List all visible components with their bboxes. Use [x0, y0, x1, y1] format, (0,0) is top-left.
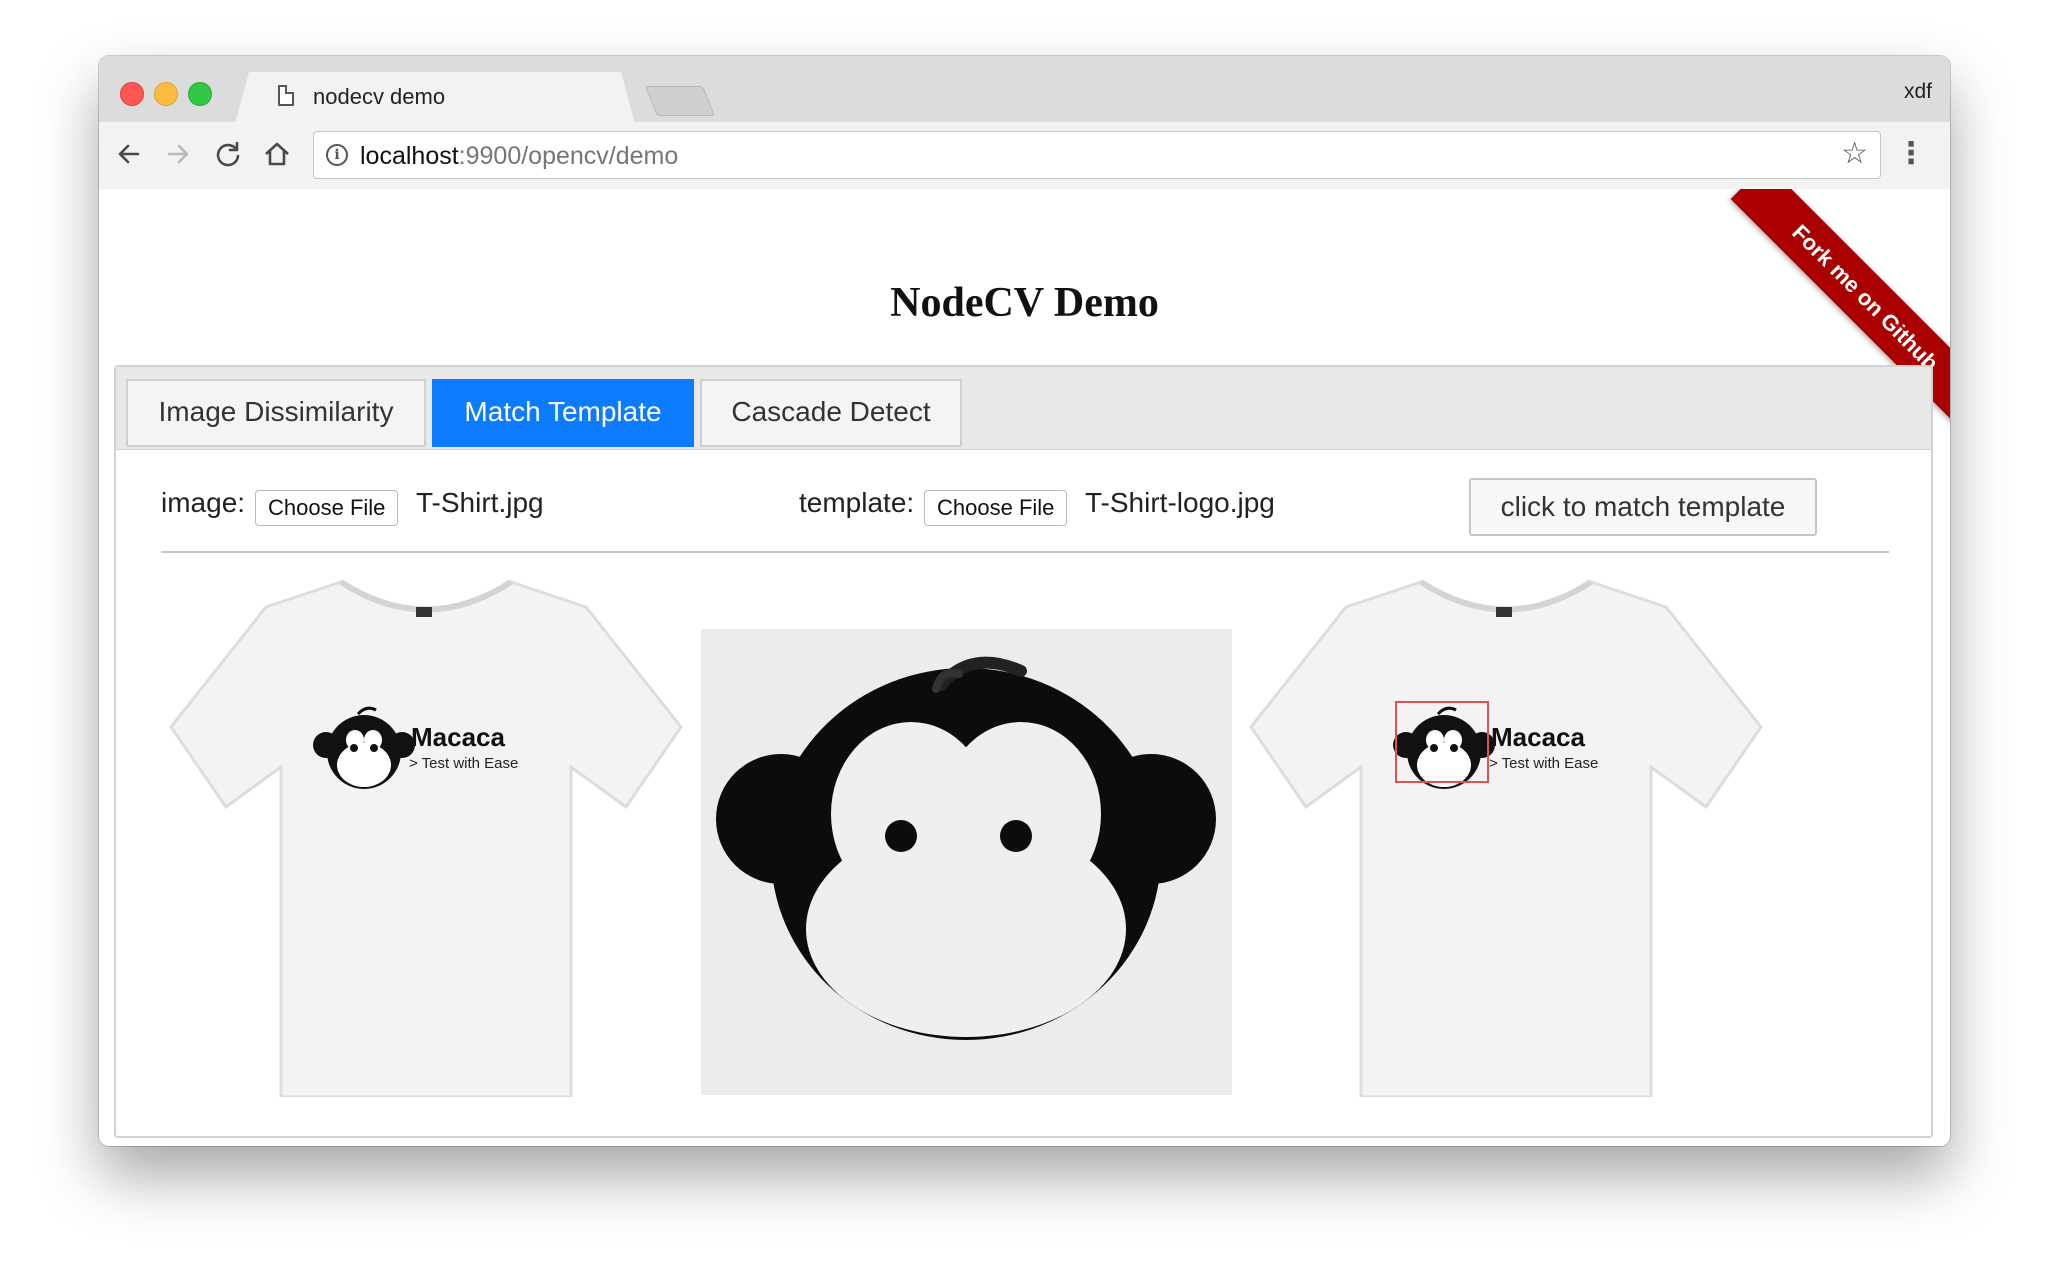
new-tab-button[interactable] [644, 86, 716, 116]
browser-toolbar: i localhost:9900/opencv/demo ☆ ⋮ [99, 122, 1950, 190]
match-template-form: image: Choose File T-Shirt.jpg template:… [116, 449, 1931, 551]
tab-title: nodecv demo [313, 84, 446, 109]
logo-brand: Macaca [411, 722, 505, 752]
tab-strip: nodecv demo × xdf [99, 56, 1950, 122]
logo-tagline-result: > Test with Ease [1489, 755, 1599, 772]
document-icon [278, 85, 294, 106]
info-icon[interactable]: i [326, 144, 348, 166]
image-choose-file-button[interactable]: Choose File [255, 490, 399, 526]
minimize-window-button[interactable] [154, 82, 178, 106]
profile-name[interactable]: xdf [1904, 80, 1932, 104]
browser-tab[interactable]: nodecv demo × [235, 72, 635, 124]
template-choose-file-button[interactable]: Choose File [924, 490, 1068, 526]
browser-window: nodecv demo × xdf i localhost:9900/openc… [99, 56, 1950, 1146]
template-file-name: T-Shirt-logo.jpg [1085, 487, 1275, 518]
tab-cascade-detect[interactable]: Cascade Detect [700, 379, 962, 447]
results-area: Macaca > Test with Ease Macaca > Test wi… [116, 557, 1931, 1107]
tab-image-dissimilarity[interactable]: Image Dissimilarity [126, 379, 426, 447]
source-image: Macaca > Test with Ease [166, 577, 686, 1102]
page-content: NodeCV Demo Fork me on Github Image Diss… [99, 189, 1950, 1146]
logo-tagline: > Test with Ease [409, 755, 519, 772]
back-button[interactable] [111, 136, 147, 172]
close-window-button[interactable] [120, 82, 144, 106]
demo-panel: Image Dissimilarity Match Template Casca… [114, 365, 1933, 1138]
url-path: :9900/opencv/demo [458, 142, 679, 170]
home-button[interactable] [259, 136, 295, 172]
form-divider [161, 551, 1889, 553]
monkey-logo-large [716, 656, 1216, 1040]
tshirt-result-illustration [1249, 579, 1763, 1099]
reload-icon [216, 141, 240, 167]
match-template-button[interactable]: click to match template [1469, 478, 1817, 536]
bookmark-star-icon[interactable]: ☆ [1841, 136, 1868, 171]
arrow-left-icon [118, 144, 140, 164]
reload-button[interactable] [210, 136, 246, 172]
template-image [701, 629, 1232, 1095]
image-file-name: T-Shirt.jpg [416, 487, 544, 518]
home-icon [265, 142, 289, 166]
template-label: template: [799, 487, 915, 518]
page-title: NodeCV Demo [890, 280, 1159, 326]
maximize-window-button[interactable] [188, 82, 212, 106]
menu-icon[interactable]: ⋮ [1896, 136, 1926, 172]
logo-brand-result: Macaca [1491, 722, 1585, 752]
url-text: localhost:9900/opencv/demo [360, 142, 678, 171]
tab-match-template[interactable]: Match Template [432, 379, 694, 447]
image-label: image: [161, 487, 246, 518]
url-host: localhost [360, 142, 459, 170]
address-bar[interactable]: i localhost:9900/opencv/demo ☆ [313, 131, 1881, 179]
arrow-right-icon [167, 144, 189, 164]
tshirt-illustration [169, 579, 683, 1099]
demo-tabbar: Image Dissimilarity Match Template Casca… [116, 367, 1931, 450]
result-image: Macaca > Test with Ease [1246, 577, 1766, 1102]
forward-button[interactable] [160, 136, 196, 172]
